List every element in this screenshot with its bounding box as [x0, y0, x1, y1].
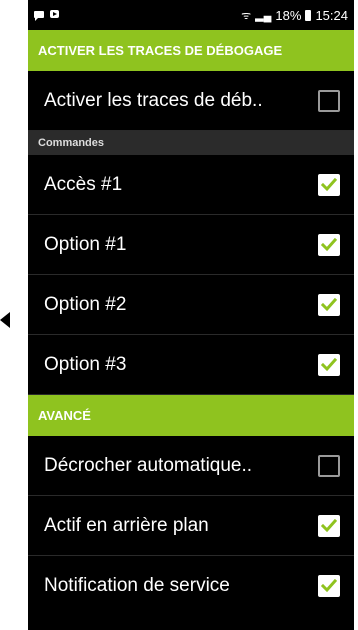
setting-label: Activer les traces de déb..: [44, 89, 263, 111]
checkbox[interactable]: [318, 454, 340, 477]
setting-label: Notification de service: [44, 575, 230, 596]
battery-icon: [305, 10, 312, 21]
checkmark-icon: [321, 579, 337, 593]
checkbox[interactable]: [318, 293, 340, 316]
setting-row[interactable]: Actif en arrière plan: [28, 496, 354, 556]
signal-icon: ▂▄: [255, 10, 272, 22]
setting-label: Décrocher automatique..: [44, 454, 253, 476]
status-bar: ᯤ ▂▄ 18% 15:24: [28, 0, 354, 30]
setting-row[interactable]: Accès #1: [28, 155, 354, 215]
setting-label: Option #2: [44, 293, 127, 315]
checkmark-icon: [321, 177, 337, 191]
setting-row-debug[interactable]: Activer les traces de déb..: [28, 71, 354, 131]
checkmark-icon: [321, 237, 337, 251]
setting-label: Option #3: [44, 353, 127, 375]
back-arrow-icon[interactable]: [0, 312, 10, 328]
clock: 15:24: [315, 8, 348, 23]
section-header-advanced: AVANCÉ: [28, 395, 354, 436]
wifi-icon: ᯤ: [241, 10, 252, 22]
setting-row[interactable]: Notification de service: [28, 556, 354, 616]
checkbox[interactable]: [318, 575, 340, 597]
section-header-commands: Commandes: [28, 131, 354, 155]
checkbox[interactable]: [318, 514, 340, 537]
phone-screen: ᯤ ▂▄ 18% 15:24 ACTIVER LES TRACES DE DÉB…: [28, 0, 354, 630]
setting-row[interactable]: Décrocher automatique..: [28, 436, 354, 496]
checkmark-icon: [321, 297, 337, 311]
checkbox[interactable]: [318, 89, 340, 112]
setting-row[interactable]: Option #3: [28, 335, 354, 395]
setting-label: Actif en arrière plan: [44, 514, 209, 536]
checkbox[interactable]: [318, 233, 340, 256]
checkmark-icon: [321, 518, 337, 532]
section-header-debug: ACTIVER LES TRACES DE DÉBOGAGE: [28, 30, 354, 71]
video-notification-icon: [50, 10, 59, 18]
checkbox[interactable]: [318, 173, 340, 196]
setting-row[interactable]: Option #1: [28, 215, 354, 275]
battery-percent: 18%: [275, 8, 302, 23]
setting-label: Option #1: [44, 233, 127, 255]
checkbox[interactable]: [318, 353, 340, 376]
checkmark-icon: [321, 357, 337, 371]
setting-row[interactable]: Option #2: [28, 275, 354, 335]
chat-notification-icon: [34, 10, 44, 21]
setting-label: Accès #1: [44, 173, 123, 195]
